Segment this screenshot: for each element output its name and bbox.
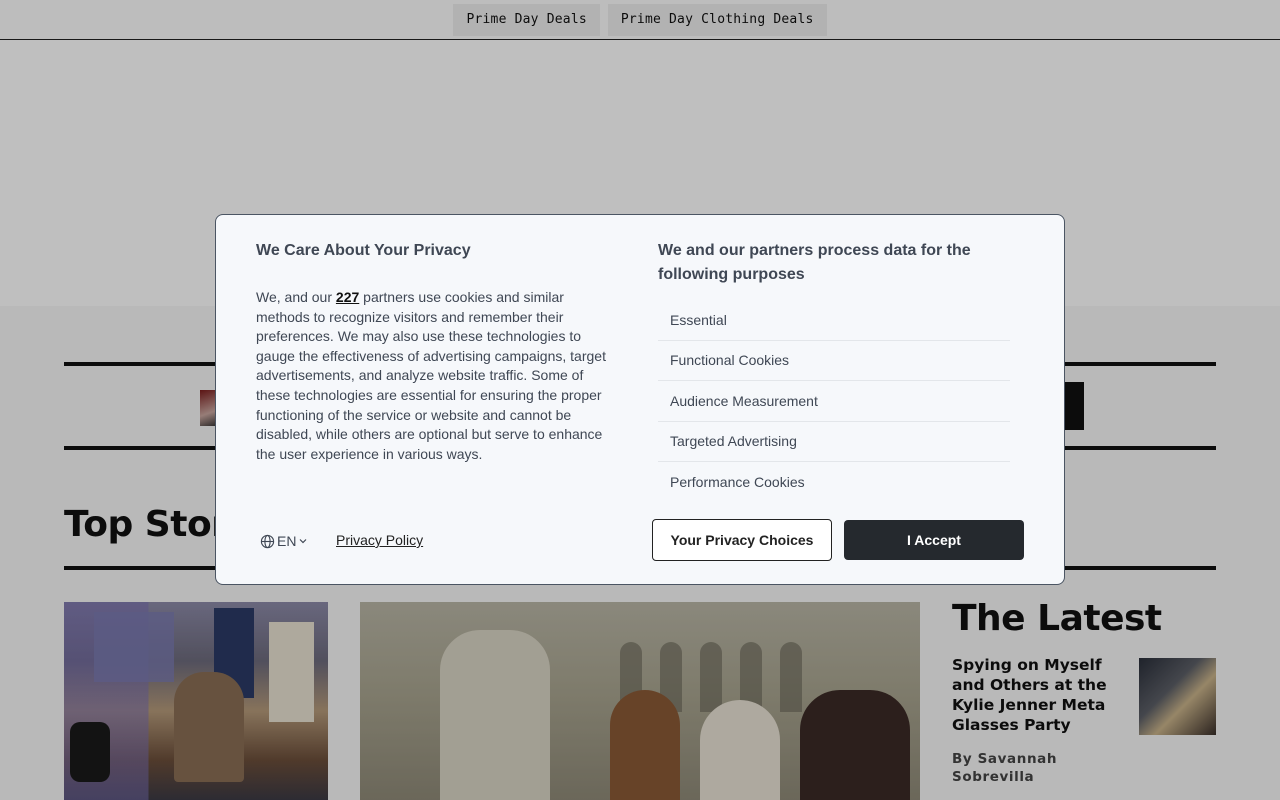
purpose-essential[interactable]: Essential [658,300,1010,341]
purposes-list[interactable]: Essential Functional Cookies Audience Me… [658,300,1010,496]
purpose-performance-cookies[interactable]: Performance Cookies [658,462,1010,496]
language-selector[interactable]: EN [260,532,308,550]
consent-text-intro: We, and our [256,289,336,305]
language-label: EN [277,533,297,549]
partners-count-link[interactable]: 227 [336,289,359,305]
purpose-targeted-advertising[interactable]: Targeted Advertising [658,422,1010,462]
purpose-functional-cookies[interactable]: Functional Cookies [658,341,1010,381]
text-fade [256,472,606,486]
consent-description: We, and our 227 partners use cookies and… [256,288,606,486]
purpose-audience-measurement[interactable]: Audience Measurement [658,381,1010,422]
consent-text-body: partners use cookies and similar methods… [256,289,606,462]
consent-title: We Care About Your Privacy [256,242,471,259]
accept-button[interactable]: I Accept [844,520,1024,560]
cookie-consent-dialog: We Care About Your Privacy We, and our 2… [215,214,1065,585]
privacy-policy-link[interactable]: Privacy Policy [336,532,423,548]
purposes-title: We and our partners process data for the… [658,242,971,283]
globe-icon [260,534,275,549]
privacy-choices-button[interactable]: Your Privacy Choices [652,519,832,561]
chevron-down-icon [298,536,308,546]
